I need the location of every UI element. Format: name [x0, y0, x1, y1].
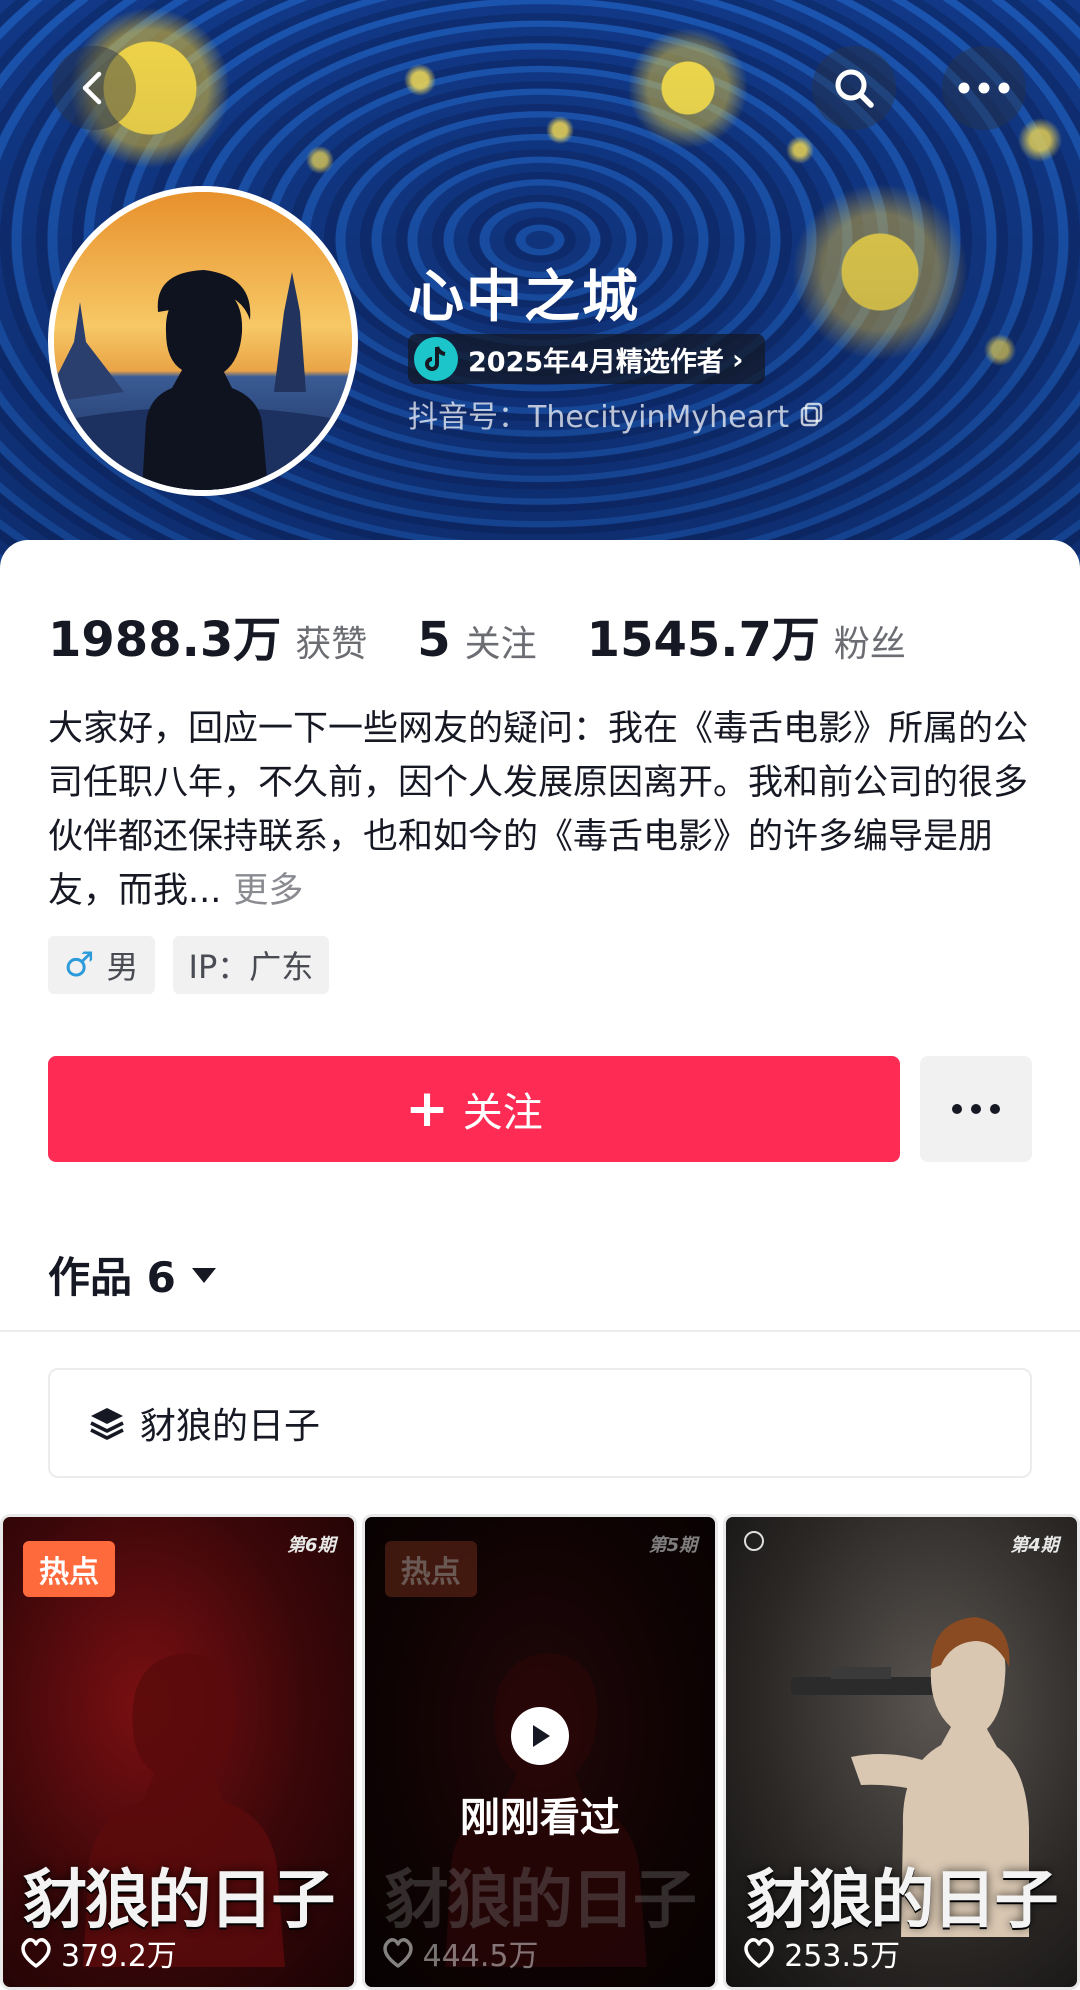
likes-count: 1988.3万 [48, 612, 282, 668]
following-label[interactable]: 关注 [465, 615, 537, 667]
follow-button-label: 关注 [462, 1090, 543, 1136]
video-thumbnail[interactable]: 热点 第5期 豺狼的日子 刚刚看过 444.5万 [361, 1514, 719, 1990]
copy-icon[interactable] [799, 401, 825, 427]
collection-title: 豺狼的日子 [140, 1406, 321, 1447]
more-options-button[interactable] [942, 46, 1026, 130]
hot-badge: 热点 [23, 1541, 115, 1597]
episode-label: 第4期 [1010, 1535, 1059, 1556]
bio-more-link[interactable]: 更多 [233, 871, 303, 911]
heart-icon [21, 1938, 51, 1968]
followers-count[interactable]: 1545.7万 [587, 600, 820, 670]
profile-tags: ♂ 男 IP：广东 [48, 936, 330, 994]
follow-more-button[interactable] [920, 1056, 1032, 1162]
episode-label: 第6期 [287, 1535, 336, 1556]
creator-badge[interactable]: 2025年4月精选作者 › [408, 334, 766, 384]
follow-button[interactable]: + 关注 [48, 1056, 900, 1162]
like-count: 379.2万 [19, 1931, 177, 1975]
chevron-left-icon [82, 71, 102, 105]
likes-label: 获赞 [295, 624, 368, 665]
bio-text: 大家好，回应一下一些网友的疑问：我在《毒舌电影》所属的公司任职八年，不久前，因个… [48, 709, 1029, 911]
tiktok-logo-icon [414, 337, 458, 381]
stats-row: 1988.3万 获赞 5 关注 1545.7万 粉丝 [48, 600, 906, 670]
like-count-text: 444.5万 [422, 1939, 539, 1974]
gender-tag: ♂ 男 [48, 936, 155, 994]
douyin-id-text: 抖音号：ThecityinMyheart [408, 400, 790, 435]
creator-badge-label: 2025年4月精选作者 [468, 346, 724, 378]
video-thumbnail[interactable]: 第4期 豺狼的日子 253.5万 [723, 1514, 1080, 1990]
avatar[interactable] [48, 186, 358, 496]
profile-name: 心中之城 [408, 265, 640, 330]
like-count-text: 253.5万 [784, 1939, 901, 1974]
like-count: 444.5万 [381, 1931, 539, 1975]
series-title: 豺狼的日子 [23, 1863, 335, 1938]
male-icon: ♂ [64, 945, 95, 985]
search-button[interactable] [812, 46, 896, 130]
followers-label[interactable]: 粉丝 [834, 615, 906, 667]
logo-icon [744, 1531, 765, 1551]
search-icon [835, 69, 874, 108]
recently-watched-label: 刚刚看过 [459, 1795, 620, 1841]
profile-card: 1988.3万 获赞 5 关注 1545.7万 粉丝 大家好，回应一下一些网友的… [0, 540, 1080, 1990]
works-tab[interactable]: 作品 6 [48, 1244, 218, 1305]
divider [0, 1330, 1080, 1332]
back-button[interactable] [52, 46, 136, 130]
following-count[interactable]: 5 [417, 612, 450, 668]
play-icon [510, 1707, 569, 1765]
layers-icon [90, 1408, 124, 1440]
collection-entry[interactable]: 豺狼的日子 [48, 1368, 1032, 1478]
works-title: 作品 6 [48, 1253, 176, 1302]
video-thumbnail[interactable]: 热点 第6期 豺狼的日子 379.2万 [0, 1514, 357, 1990]
video-grid: 热点 第6期 豺狼的日子 379.2万 热点 第5期 豺狼的日子 刚刚看过 44… [0, 1514, 1080, 1990]
bio: 大家好，回应一下一些网友的疑问：我在《毒舌电影》所属的公司任职八年，不久前，因个… [48, 702, 1028, 918]
ip-location-tag: IP：广东 [172, 936, 330, 994]
plus-icon: + [405, 1079, 449, 1139]
douyin-id[interactable]: 抖音号：ThecityinMyheart [408, 392, 825, 436]
heart-icon [744, 1938, 774, 1968]
gender-label: 男 [106, 948, 139, 986]
like-count-text: 379.2万 [61, 1939, 177, 1974]
chevron-right-icon: › [731, 342, 744, 376]
more-horizontal-icon [952, 1104, 1000, 1114]
more-horizontal-icon [958, 82, 1010, 94]
heart-icon [382, 1938, 413, 1968]
ip-location-label: IP：广东 [188, 948, 314, 986]
like-count: 253.5万 [742, 1931, 900, 1975]
caret-down-icon [191, 1267, 216, 1283]
series-title: 豺狼的日子 [746, 1863, 1058, 1938]
avatar-illustration [54, 192, 352, 490]
